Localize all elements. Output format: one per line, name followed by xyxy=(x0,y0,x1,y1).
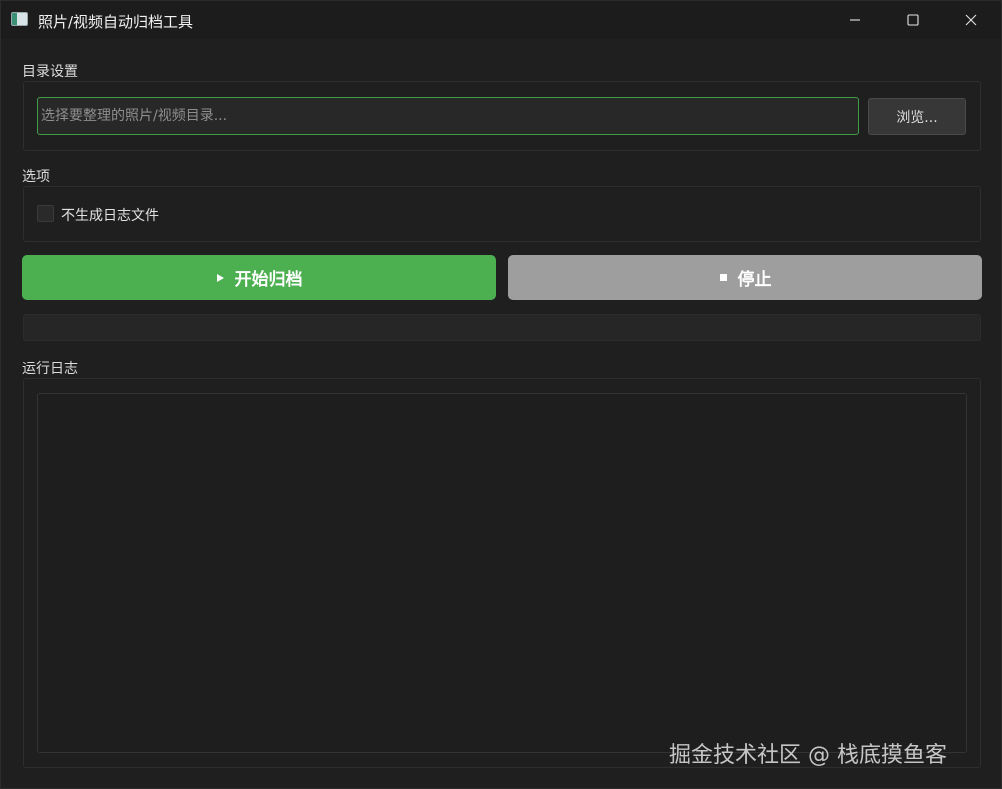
browse-button[interactable]: 浏览... xyxy=(868,98,966,135)
stop-label: 停止 xyxy=(737,270,772,290)
directory-section-label: 目录设置 xyxy=(22,64,78,80)
watermark-text: 掘金技术社区 @ 栈底摸鱼客 xyxy=(669,743,947,768)
play-icon xyxy=(216,273,224,282)
start-archive-button[interactable]: 开始归档 xyxy=(22,255,496,300)
options-group xyxy=(23,186,981,242)
directory-path-input[interactable] xyxy=(37,97,859,135)
log-output[interactable] xyxy=(37,393,967,753)
no-log-file-checkbox[interactable] xyxy=(37,205,54,222)
start-archive-label: 开始归档 xyxy=(234,270,303,290)
maximize-icon xyxy=(907,14,919,26)
no-log-file-label[interactable]: 不生成日志文件 xyxy=(61,205,159,225)
app-icon xyxy=(11,12,28,26)
stop-button[interactable]: 停止 xyxy=(508,255,982,300)
maximize-button[interactable] xyxy=(884,1,942,39)
log-section-label: 运行日志 xyxy=(22,361,78,377)
window-title: 照片/视频自动归档工具 xyxy=(38,13,194,31)
progress-bar xyxy=(23,314,981,341)
stop-square-icon xyxy=(719,274,727,281)
title-bar: 照片/视频自动归档工具 xyxy=(1,1,1001,39)
minimize-button[interactable] xyxy=(826,1,884,39)
close-button[interactable] xyxy=(942,1,1000,39)
options-section-label: 选项 xyxy=(22,169,50,185)
app-window: 照片/视频自动归档工具 目录设置 浏览... 选项 不生成日志文件 xyxy=(0,0,1002,789)
close-icon xyxy=(965,14,977,26)
minimize-icon xyxy=(850,19,860,21)
